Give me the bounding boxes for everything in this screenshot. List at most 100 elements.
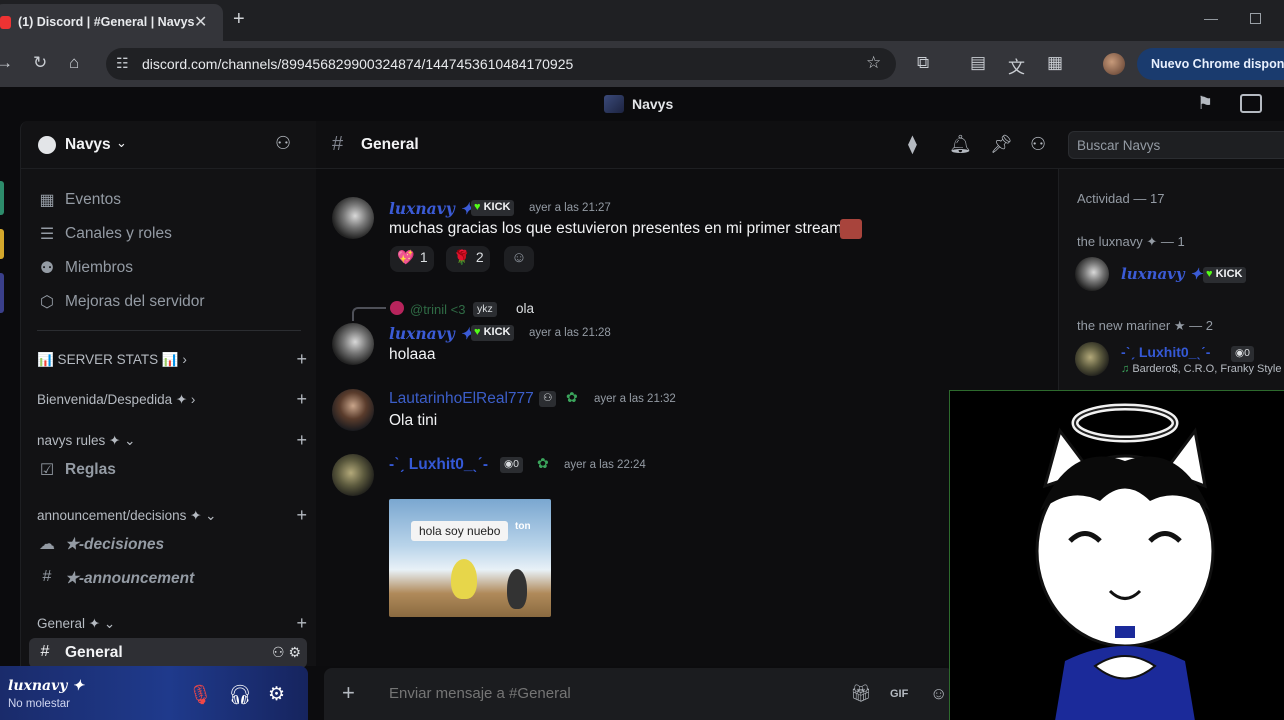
channel-announcement[interactable]: # ★-announcement (35, 563, 307, 593)
avatar[interactable] (332, 454, 374, 496)
add-channel-icon[interactable]: + (296, 430, 307, 451)
headphones-icon[interactable]: 🎧︎ (228, 683, 252, 707)
avatar[interactable] (332, 323, 374, 365)
message-author[interactable]: -ˋˏ Luxhit0_ˎˊ- (389, 456, 488, 474)
mic-muted-icon[interactable]: 🎙︎ (188, 683, 212, 707)
server-indicator[interactable] (0, 181, 4, 215)
user-panel: luxnavy ✦ No molestar 🎙︎ 🎧︎ ⚙ (0, 666, 308, 720)
translate-icon[interactable]: 文 (1008, 53, 1025, 78)
update-label: Nuevo Chrome disponible (1151, 57, 1284, 71)
message-input[interactable] (389, 685, 829, 702)
category-navys-rules[interactable]: navys rules ✦ ⌄ + (37, 430, 307, 452)
category-server-stats[interactable]: 📊 SERVER STATS 📊 › + (37, 349, 307, 371)
reply-author[interactable]: @trinil <3 (410, 302, 465, 317)
member-name[interactable]: luxnavy ✦ (1121, 265, 1202, 283)
custom-emoji (840, 219, 862, 239)
sidebar-item-miembros[interactable]: ⚉ Miembros (35, 253, 307, 283)
message-author[interactable]: luxnavy ✦ (389, 324, 473, 343)
reload-icon[interactable]: ↻ (33, 53, 47, 73)
reply-avatar[interactable] (390, 301, 404, 315)
guild-name: Navys (65, 136, 111, 153)
add-channel-icon[interactable]: + (296, 389, 307, 410)
discord-favicon-icon (0, 16, 11, 29)
avatar[interactable] (332, 389, 374, 431)
role-header: the new mariner ★ — 2 (1077, 318, 1213, 333)
sidebar-item-mejoras[interactable]: ⬡ Mejoras del servidor (35, 287, 307, 317)
profile-avatar[interactable] (1103, 53, 1125, 75)
search-input[interactable]: Buscar Navys (1068, 131, 1284, 159)
maximize-button[interactable] (1250, 13, 1261, 24)
guild-header[interactable]: Navys ⌄ ⚇ (21, 121, 317, 169)
attach-plus-icon[interactable]: + (342, 680, 355, 706)
sidebar-item-label: Miembros (65, 259, 134, 276)
chrome-update-button[interactable]: Nuevo Chrome disponible (1137, 48, 1284, 80)
gif-icon[interactable]: GIF (890, 688, 908, 700)
gift-icon[interactable]: 🎁︎ (850, 684, 872, 704)
server-tag: ◉0 (1231, 346, 1255, 362)
home-icon[interactable]: ⌂ (69, 53, 79, 73)
user-name[interactable]: luxnavy ✦ (8, 678, 84, 694)
category-announcement[interactable]: announcement/decisions ✦ ⌄ + (37, 505, 307, 527)
browser-tab[interactable]: (1) Discord | #General | Navys ✕ (0, 4, 223, 41)
rules-icon: ☑ (39, 462, 55, 479)
channel-general-active[interactable]: # General ⚇ ⚙ (29, 638, 307, 668)
message-author[interactable]: LautarinhoElReal777 (389, 390, 534, 408)
image-attachment[interactable]: hola soy nuebo ton (389, 499, 551, 617)
url-text[interactable]: discord.com/channels/899456829900324874/… (142, 56, 573, 72)
member-avatar[interactable] (1075, 257, 1109, 291)
server-rail (0, 121, 20, 720)
new-tab-button[interactable]: + (233, 8, 245, 31)
message-timestamp: ayer a las 21:28 (529, 327, 611, 339)
sidebar-item-eventos[interactable]: ▦ Eventos (35, 185, 307, 215)
user-settings-gear-icon[interactable]: ⚙ (268, 683, 285, 706)
reaction[interactable]: 💖 1 (390, 246, 434, 272)
pin-icon[interactable]: 📌︎ (990, 134, 1013, 155)
badge-label: KICK (483, 326, 511, 338)
sticker-icon[interactable]: ☺ (930, 684, 947, 704)
channel-settings-icon[interactable]: ⚇ ⚙ (272, 644, 301, 661)
extensions-icon[interactable]: ⧉ (917, 53, 929, 73)
add-channel-icon[interactable]: + (296, 505, 307, 526)
reaction[interactable]: 🌹 2 (446, 246, 490, 272)
server-tag: ◉0 (500, 457, 524, 473)
category-label: General ✦ ⌄ (37, 616, 116, 631)
category-bienvenida[interactable]: Bienvenida/Despedida ✦ › + (37, 389, 307, 411)
minimize-button[interactable]: — (1204, 10, 1218, 26)
reply-text[interactable]: ola (516, 301, 534, 316)
badge-label: KICK (483, 201, 511, 213)
channel-decisiones[interactable]: ☁ ★-decisiones (35, 529, 307, 559)
avatar[interactable] (332, 197, 374, 239)
member-avatar[interactable] (1075, 342, 1109, 376)
bookmark-star-icon[interactable]: ☆ (866, 53, 881, 73)
inbox-icon[interactable] (1240, 94, 1262, 113)
add-channel-icon[interactable]: + (296, 349, 307, 370)
server-icon (604, 95, 624, 113)
divider (37, 330, 301, 331)
forward-icon[interactable]: → (0, 53, 13, 73)
message-author[interactable]: luxnavy ✦ (389, 199, 473, 218)
notification-bell-icon[interactable]: 🔔︎ (949, 134, 972, 155)
add-reaction-icon[interactable]: ☺ (504, 246, 534, 272)
category-general[interactable]: General ✦ ⌄ + (37, 613, 307, 635)
invite-people-icon[interactable]: ⚇ (275, 133, 291, 154)
category-label: Bienvenida/Despedida ✦ › (37, 392, 196, 407)
tab-close-icon[interactable]: ✕ (194, 12, 207, 32)
site-info-icon[interactable]: ☷ (116, 55, 129, 72)
channel-reglas[interactable]: ☑ Reglas (35, 455, 307, 485)
member-list-icon[interactable]: ⚇ (1030, 134, 1046, 155)
add-channel-icon[interactable]: + (296, 613, 307, 634)
reaction-emoji: 🌹 (453, 249, 471, 265)
tag-label: 0 (1244, 347, 1251, 359)
image-caption: hola soy nuebo (411, 521, 509, 541)
threads-icon[interactable]: ⧫ (908, 134, 917, 155)
member-name[interactable]: -ˋˏ Luxhit0_ˎˊ- (1121, 344, 1210, 360)
reading-mode-icon[interactable]: ▤ (970, 53, 986, 73)
server-indicator[interactable] (0, 273, 4, 313)
shield-icon: ✿ (566, 389, 578, 405)
side-panel-icon[interactable]: ▦ (1047, 53, 1063, 73)
address-bar[interactable]: ☷ discord.com/channels/89945682990032487… (106, 48, 896, 80)
sidebar-item-canales-roles[interactable]: ☰ Canales y roles (35, 219, 307, 249)
flag-icon[interactable]: ⚑ (1197, 93, 1213, 114)
server-indicator[interactable] (0, 229, 4, 259)
tab-title: (1) Discord | #General | Navys (18, 15, 195, 29)
